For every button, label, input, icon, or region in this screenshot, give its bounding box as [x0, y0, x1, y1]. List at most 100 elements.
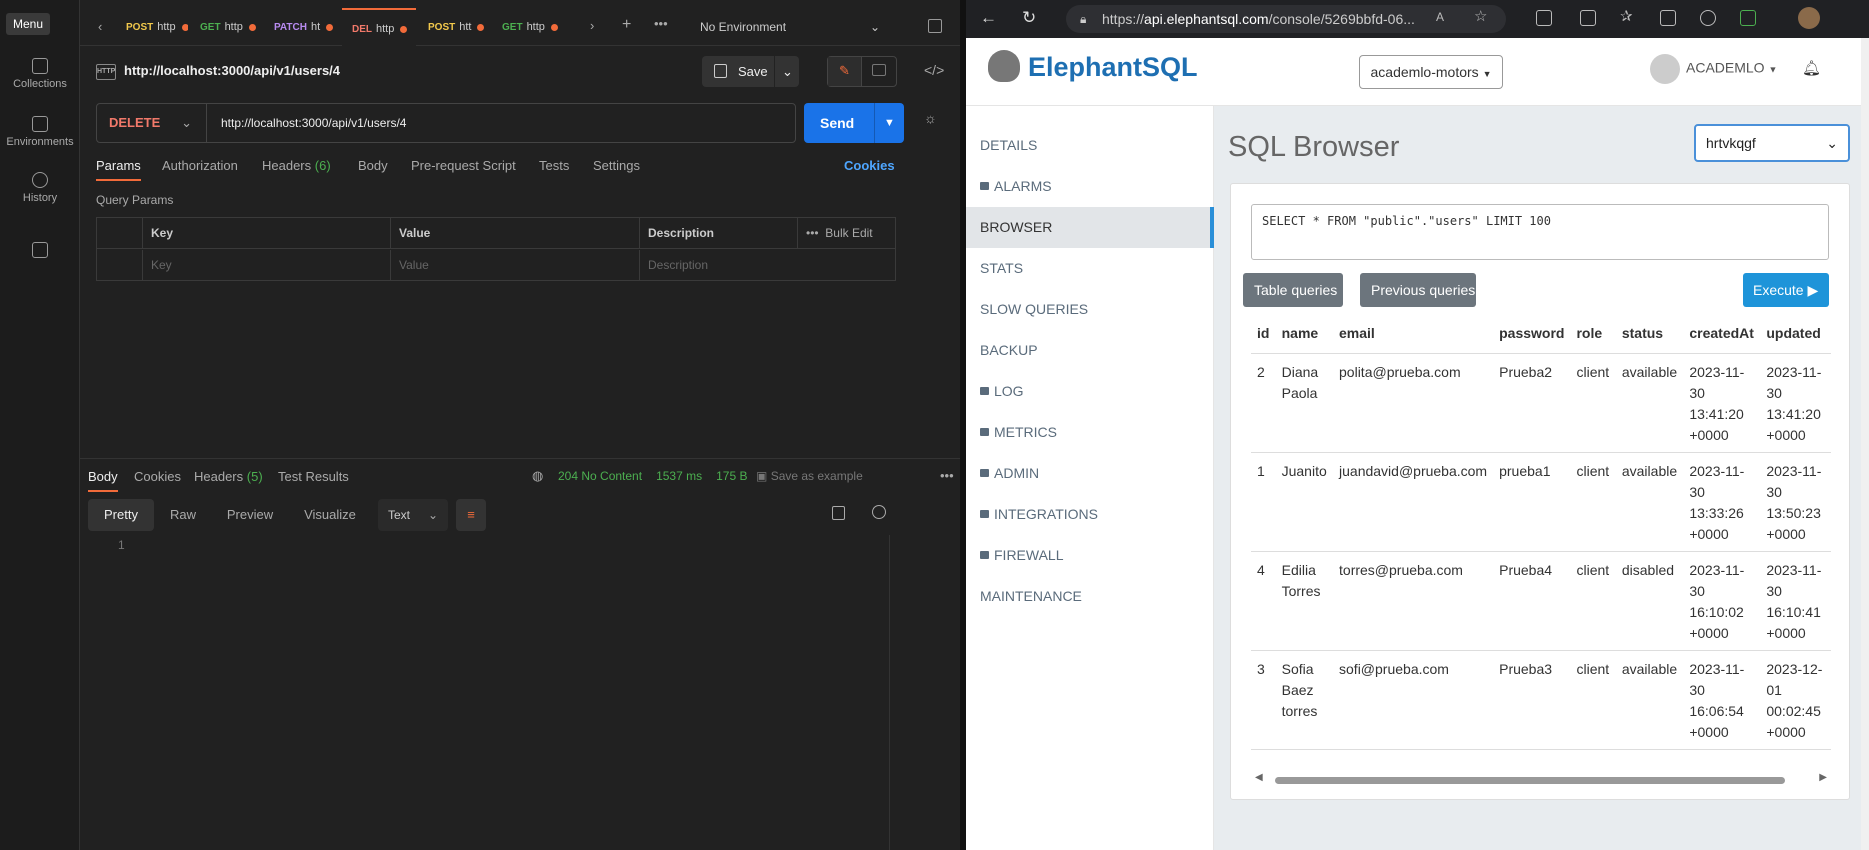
tab-scroll-right-icon[interactable]: › [590, 18, 594, 33]
nav-alarms[interactable]: ALARMS [966, 166, 1214, 207]
table-cell: sofi@prueba.com [1333, 650, 1494, 750]
sql-query-input[interactable]: SELECT * FROM "public"."users" LIMIT 100 [1251, 204, 1829, 260]
tab-authorization[interactable]: Authorization [162, 158, 238, 173]
profile-avatar[interactable] [1798, 7, 1820, 29]
code-icon[interactable]: </> [924, 62, 944, 78]
scroll-left-icon[interactable]: ◀ [1255, 772, 1263, 783]
previous-queries-button[interactable]: Previous queries ▼ [1360, 273, 1476, 331]
wrap-lines-button[interactable]: ≡ [456, 499, 486, 531]
sidebar-item-add-workspace[interactable] [0, 242, 80, 262]
environment-quicklook-icon[interactable] [928, 19, 942, 33]
tab-headers[interactable]: Headers (6) [262, 158, 331, 173]
value-input[interactable]: Value [390, 250, 639, 281]
tab-tests[interactable]: Tests [539, 158, 569, 173]
response-size[interactable]: 175 B [716, 469, 747, 483]
response-tab-cookies[interactable]: Cookies [134, 469, 181, 484]
browser-essentials-icon[interactable] [1700, 10, 1716, 26]
menu-button[interactable]: Menu [6, 13, 50, 35]
copilot-icon[interactable] [1740, 10, 1756, 26]
format-preview[interactable]: Preview [214, 499, 286, 531]
more-tabs-icon[interactable]: ••• [654, 16, 668, 31]
environment-selector[interactable]: No Environment ⌄ [690, 8, 890, 46]
key-input[interactable]: Key [142, 250, 390, 281]
response-tab-test-results[interactable]: Test Results [278, 469, 349, 484]
bulb-icon[interactable]: ☼ [924, 110, 937, 126]
bell-icon[interactable]: 🔔︎ [1802, 59, 1821, 77]
sidebar-item-environments[interactable]: Environments [0, 116, 80, 148]
nav-maintenance[interactable]: MAINTENANCE [966, 576, 1214, 617]
elephantsql-logo[interactable]: ElephantSQL [988, 49, 1198, 85]
sidebar-item-collections[interactable]: Collections [0, 58, 80, 90]
instance-dropdown[interactable]: academlo-motors ▼ [1359, 55, 1503, 89]
copy-icon[interactable] [832, 506, 845, 520]
format-visualize[interactable]: Visualize [290, 499, 370, 531]
refresh-icon[interactable]: ↻ [1022, 8, 1036, 28]
horizontal-scrollbar[interactable]: ◀ ▶ [1251, 772, 1831, 788]
url-input[interactable] [221, 104, 781, 142]
nav-details[interactable]: DETAILS [966, 125, 1214, 166]
save-as-example-button[interactable]: ▣ Save as example [756, 469, 863, 483]
nav-stats[interactable]: STATS [966, 248, 1214, 289]
database-select[interactable]: hrtvkqgf ⌄ [1694, 124, 1850, 162]
page-scrollbar[interactable] [1861, 38, 1869, 850]
comment-icon[interactable] [872, 64, 886, 76]
scroll-right-icon[interactable]: ▶ [1819, 772, 1827, 783]
chevron-down-icon[interactable]: ⌄ [782, 56, 793, 87]
back-icon[interactable]: ← [980, 8, 997, 28]
nav-firewall[interactable]: FIREWALL [966, 535, 1214, 576]
table-row: 1 Juanito juandavid@prueba.com prueba1 clien… [1251, 452, 1831, 552]
request-tab[interactable]: DEL http [342, 8, 416, 46]
table-queries-button[interactable]: Table queries ▼ [1243, 273, 1343, 331]
cookies-link[interactable]: Cookies [844, 158, 895, 173]
favorite-icon[interactable]: ☆ [1474, 7, 1490, 25]
tab-scroll-left-icon[interactable]: ‹ [98, 19, 102, 34]
request-tab[interactable]: POST http [116, 8, 188, 46]
format-pretty[interactable]: Pretty [88, 499, 154, 531]
nav-metrics[interactable]: METRICS [966, 412, 1214, 453]
description-input[interactable]: Description [639, 250, 895, 281]
response-tab-headers[interactable]: Headers (5) [194, 469, 263, 484]
user-menu[interactable]: ACADEMLO ▼ [1650, 54, 1777, 84]
response-body-editor[interactable]: 1 [88, 535, 890, 850]
send-button[interactable]: Send ▼ [804, 103, 904, 143]
nav-browser[interactable]: BROWSER [966, 207, 1214, 248]
nav-backup[interactable]: BACKUP [966, 330, 1214, 371]
status-code[interactable]: 204 No Content [558, 469, 642, 483]
nav-integrations[interactable]: INTEGRATIONS [966, 494, 1214, 535]
nav-slow-queries[interactable]: SLOW QUERIES [966, 289, 1214, 330]
bulk-edit-button[interactable]: ••• Bulk Edit [797, 218, 895, 249]
text-format-select[interactable]: Text ⌄ [378, 499, 448, 531]
extensions-icon[interactable] [1536, 10, 1552, 26]
more-icon[interactable]: ••• [940, 468, 954, 483]
format-raw[interactable]: Raw [158, 499, 208, 531]
chevron-down-icon[interactable]: ▼ [884, 103, 895, 143]
read-aloud-icon[interactable]: A [1436, 10, 1452, 26]
scrollbar-thumb[interactable] [1275, 777, 1785, 784]
request-tab[interactable]: GET http [190, 8, 262, 46]
save-icon [714, 64, 727, 78]
tab-settings[interactable]: Settings [593, 158, 640, 173]
new-tab-icon[interactable]: + [622, 16, 631, 34]
search-icon[interactable] [872, 505, 886, 519]
tab-pre-request-script[interactable]: Pre-request Script [411, 158, 516, 173]
tab-body[interactable]: Body [358, 158, 388, 173]
collections-icon[interactable] [1660, 10, 1676, 26]
response-time[interactable]: 1537 ms [656, 469, 702, 483]
execute-button[interactable]: Execute ▶ [1743, 273, 1829, 307]
url-path: /console/5269bbfd-06... [1268, 11, 1415, 27]
split-screen-icon[interactable] [1580, 10, 1596, 26]
edit-pencil-button[interactable]: ✎ [828, 57, 862, 86]
save-button[interactable]: Save ⌄ [702, 56, 799, 87]
nav-admin[interactable]: ADMIN [966, 453, 1214, 494]
nav-log[interactable]: LOG [966, 371, 1214, 412]
globe-icon[interactable]: ◍ [532, 468, 543, 484]
request-tab[interactable]: GET http [492, 8, 564, 46]
tab-params[interactable]: Params [96, 158, 141, 181]
request-tab[interactable]: PATCH ht [264, 8, 340, 46]
response-tab-body[interactable]: Body [88, 469, 118, 492]
favorites-icon[interactable]: ✰ [1620, 7, 1636, 25]
method-select[interactable]: DELETE ⌄ [97, 104, 207, 142]
request-tab[interactable]: POST htt [418, 8, 490, 46]
tab-label: Headers [194, 469, 244, 484]
sidebar-item-history[interactable]: History [0, 172, 80, 204]
